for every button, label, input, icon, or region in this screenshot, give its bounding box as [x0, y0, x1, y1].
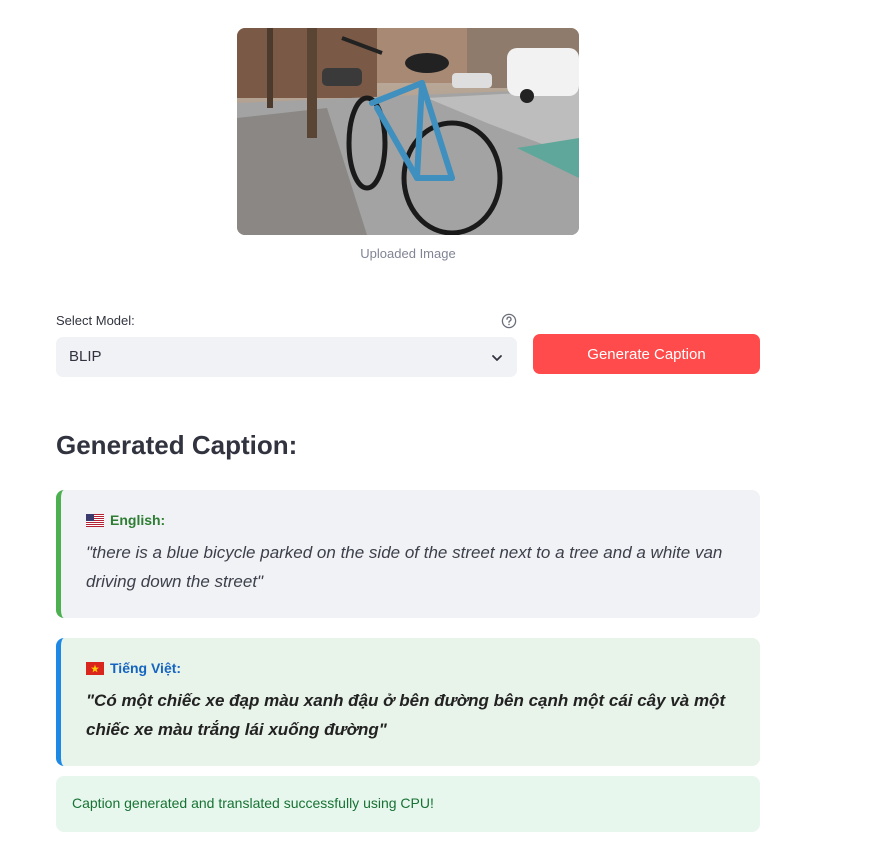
english-caption-text: "there is a blue bicycle parked on the s…: [86, 543, 723, 591]
english-label: English:: [110, 512, 166, 528]
english-caption-header: English:: [86, 512, 730, 528]
generate-caption-button[interactable]: Generate Caption: [533, 334, 760, 374]
success-alert: Caption generated and translated success…: [56, 776, 760, 832]
uploaded-image: [237, 28, 579, 235]
select-model-label: Select Model:: [56, 313, 135, 328]
model-select[interactable]: BLIP: [56, 337, 517, 377]
us-flag-icon: [86, 513, 104, 527]
english-caption-card: English: "there is a blue bicycle parked…: [56, 490, 760, 618]
vietnamese-caption-header: Tiếng Việt:: [86, 660, 730, 676]
question-circle-icon[interactable]: [501, 313, 517, 329]
model-select-value: BLIP: [69, 348, 102, 365]
vn-flag-icon: [86, 661, 104, 675]
vietnamese-label: Tiếng Việt:: [110, 660, 182, 676]
vietnamese-caption-text: "Có một chiếc xe đạp màu xanh đậu ở bên …: [86, 691, 726, 739]
vietnamese-caption-card: Tiếng Việt: "Có một chiếc xe đạp màu xan…: [56, 638, 760, 766]
chevron-down-icon: [491, 351, 503, 363]
generated-caption-heading: Generated Caption:: [56, 430, 298, 460]
image-caption: Uploaded Image: [360, 246, 456, 261]
